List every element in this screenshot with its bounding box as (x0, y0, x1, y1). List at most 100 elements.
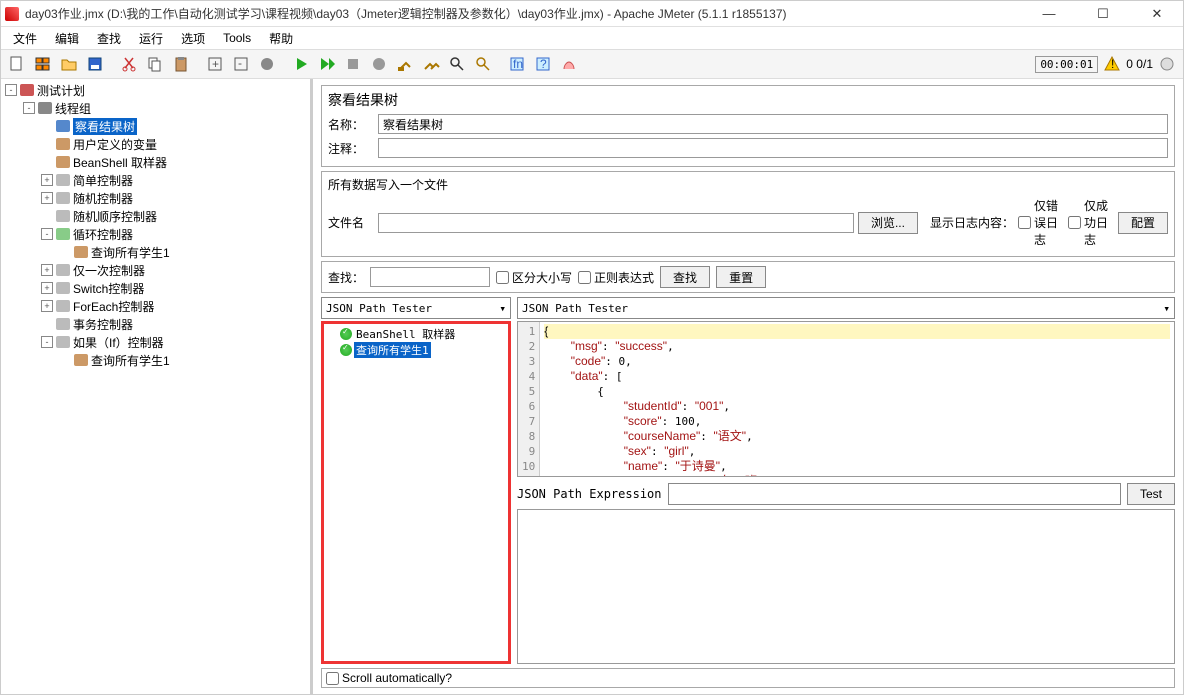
svg-text:fn: fn (513, 57, 523, 71)
tree-item[interactable]: -如果（If）控制器 (1, 333, 310, 351)
folder-icon (55, 317, 71, 331)
stop-icon[interactable] (341, 52, 365, 76)
start-icon[interactable] (289, 52, 313, 76)
tree-label: 查询所有学生1 (91, 352, 170, 369)
copy-icon[interactable] (143, 52, 167, 76)
minimize-button[interactable]: — (1031, 4, 1067, 24)
tree-item[interactable]: +随机控制器 (1, 189, 310, 207)
tree-item[interactable]: 随机顺序控制器 (1, 207, 310, 225)
search-input[interactable] (370, 267, 490, 287)
tree-label: 用户定义的变量 (73, 136, 157, 153)
menu-查找[interactable]: 查找 (89, 28, 129, 49)
tree-item[interactable]: -循环控制器 (1, 225, 310, 243)
clear-icon[interactable] (393, 52, 417, 76)
only-error-checkbox[interactable]: 仅错误日志 (1018, 197, 1064, 248)
pencil-icon (55, 137, 71, 151)
name-input[interactable] (378, 114, 1168, 134)
paste-icon[interactable] (169, 52, 193, 76)
menu-运行[interactable]: 运行 (131, 28, 171, 49)
tree-item[interactable]: 查询所有学生1 (1, 243, 310, 261)
flask-icon (19, 83, 35, 97)
file-input[interactable] (378, 213, 854, 233)
shutdown-icon[interactable] (367, 52, 391, 76)
maximize-button[interactable]: ☐ (1085, 4, 1121, 24)
collapse-icon[interactable]: - (229, 52, 253, 76)
browse-button[interactable]: 浏览... (858, 212, 918, 234)
window-title: day03作业.jmx (D:\我的工作\自动化测试学习\课程视频\day03（… (25, 5, 1031, 22)
titlebar: day03作业.jmx (D:\我的工作\自动化测试学习\课程视频\day03（… (1, 1, 1183, 27)
tree-item[interactable]: 察看结果树 (1, 117, 310, 135)
clear-all-icon[interactable] (419, 52, 443, 76)
result-output[interactable] (517, 509, 1175, 665)
tree-item[interactable]: +ForEach控制器 (1, 297, 310, 315)
pencil-icon (73, 245, 89, 259)
new-icon[interactable] (5, 52, 29, 76)
tree-label: ForEach控制器 (73, 298, 154, 315)
menu-Tools[interactable]: Tools (215, 29, 259, 47)
tree-label: 随机控制器 (73, 190, 133, 207)
reset-search-icon[interactable] (471, 52, 495, 76)
folder-icon (55, 173, 71, 187)
svg-text:?: ? (540, 57, 547, 71)
comment-input[interactable] (378, 138, 1168, 158)
case-checkbox[interactable]: 区分大小写 (496, 269, 572, 286)
regex-checkbox[interactable]: 正则表达式 (578, 269, 654, 286)
success-icon (340, 344, 352, 356)
expand-icon[interactable]: + (203, 52, 227, 76)
warning-icon[interactable]: ! (1104, 56, 1120, 72)
app-icon (5, 7, 19, 21)
success-icon (340, 328, 352, 340)
tree-item[interactable]: +简单控制器 (1, 171, 310, 189)
run-indicator-icon (1159, 56, 1175, 72)
cut-icon[interactable] (117, 52, 141, 76)
tree-item[interactable]: 用户定义的变量 (1, 135, 310, 153)
tree-label: 简单控制器 (73, 172, 133, 189)
file-label: 文件名 (328, 214, 374, 231)
save-icon[interactable] (83, 52, 107, 76)
menu-文件[interactable]: 文件 (5, 28, 45, 49)
toolbar: + - fn ? 00:00:01 ! 0 0/1 (1, 49, 1183, 79)
help-icon[interactable]: ? (531, 52, 555, 76)
menu-选项[interactable]: 选项 (173, 28, 213, 49)
renderer-combo[interactable]: JSON Path Tester (321, 297, 511, 319)
result-item[interactable]: BeanShell 取样器 (326, 326, 506, 342)
search-button[interactable]: 查找 (660, 266, 710, 288)
start-notimer-icon[interactable] (315, 52, 339, 76)
menu-帮助[interactable]: 帮助 (261, 28, 301, 49)
heap-icon[interactable] (557, 52, 581, 76)
result-list[interactable]: BeanShell 取样器查询所有学生1 (321, 321, 511, 664)
svg-text:!: ! (1111, 57, 1114, 71)
gear-icon (37, 101, 53, 115)
tree-item[interactable]: 查询所有学生1 (1, 351, 310, 369)
close-button[interactable]: ✕ (1139, 4, 1175, 24)
tree-item[interactable]: +Switch控制器 (1, 279, 310, 297)
folder-icon (55, 191, 71, 205)
tree-item[interactable]: +仅一次控制器 (1, 261, 310, 279)
expr-input[interactable] (668, 483, 1121, 505)
templates-icon[interactable] (31, 52, 55, 76)
tree-label: BeanShell 取样器 (73, 154, 167, 171)
only-success-checkbox[interactable]: 仅成功日志 (1068, 197, 1114, 248)
test-button[interactable]: Test (1127, 483, 1175, 505)
result-item[interactable]: 查询所有学生1 (326, 342, 506, 358)
toggle-icon[interactable] (255, 52, 279, 76)
menu-编辑[interactable]: 编辑 (47, 28, 87, 49)
json-response[interactable]: { "msg": "success", "code": 0, "data": [… (540, 322, 1174, 476)
search-icon[interactable] (445, 52, 469, 76)
function-icon[interactable]: fn (505, 52, 529, 76)
reset-button[interactable]: 重置 (716, 266, 766, 288)
tree-item[interactable]: -测试计划 (1, 81, 310, 99)
config-button[interactable]: 配置 (1118, 212, 1168, 234)
open-icon[interactable] (57, 52, 81, 76)
right-title: JSON Path Tester (517, 297, 1175, 319)
expr-label: JSON Path Expression (517, 487, 662, 501)
scroll-auto-checkbox[interactable]: Scroll automatically? (326, 671, 452, 685)
comment-label: 注释： (328, 140, 374, 157)
tree-item[interactable]: 事务控制器 (1, 315, 310, 333)
folder-icon (55, 263, 71, 277)
tree-item[interactable]: -线程组 (1, 99, 310, 117)
tree-label: 仅一次控制器 (73, 262, 145, 279)
tree-label: 线程组 (55, 100, 91, 117)
tree-item[interactable]: BeanShell 取样器 (1, 153, 310, 171)
test-plan-tree[interactable]: -测试计划-线程组察看结果树用户定义的变量BeanShell 取样器+简单控制器… (1, 79, 313, 694)
